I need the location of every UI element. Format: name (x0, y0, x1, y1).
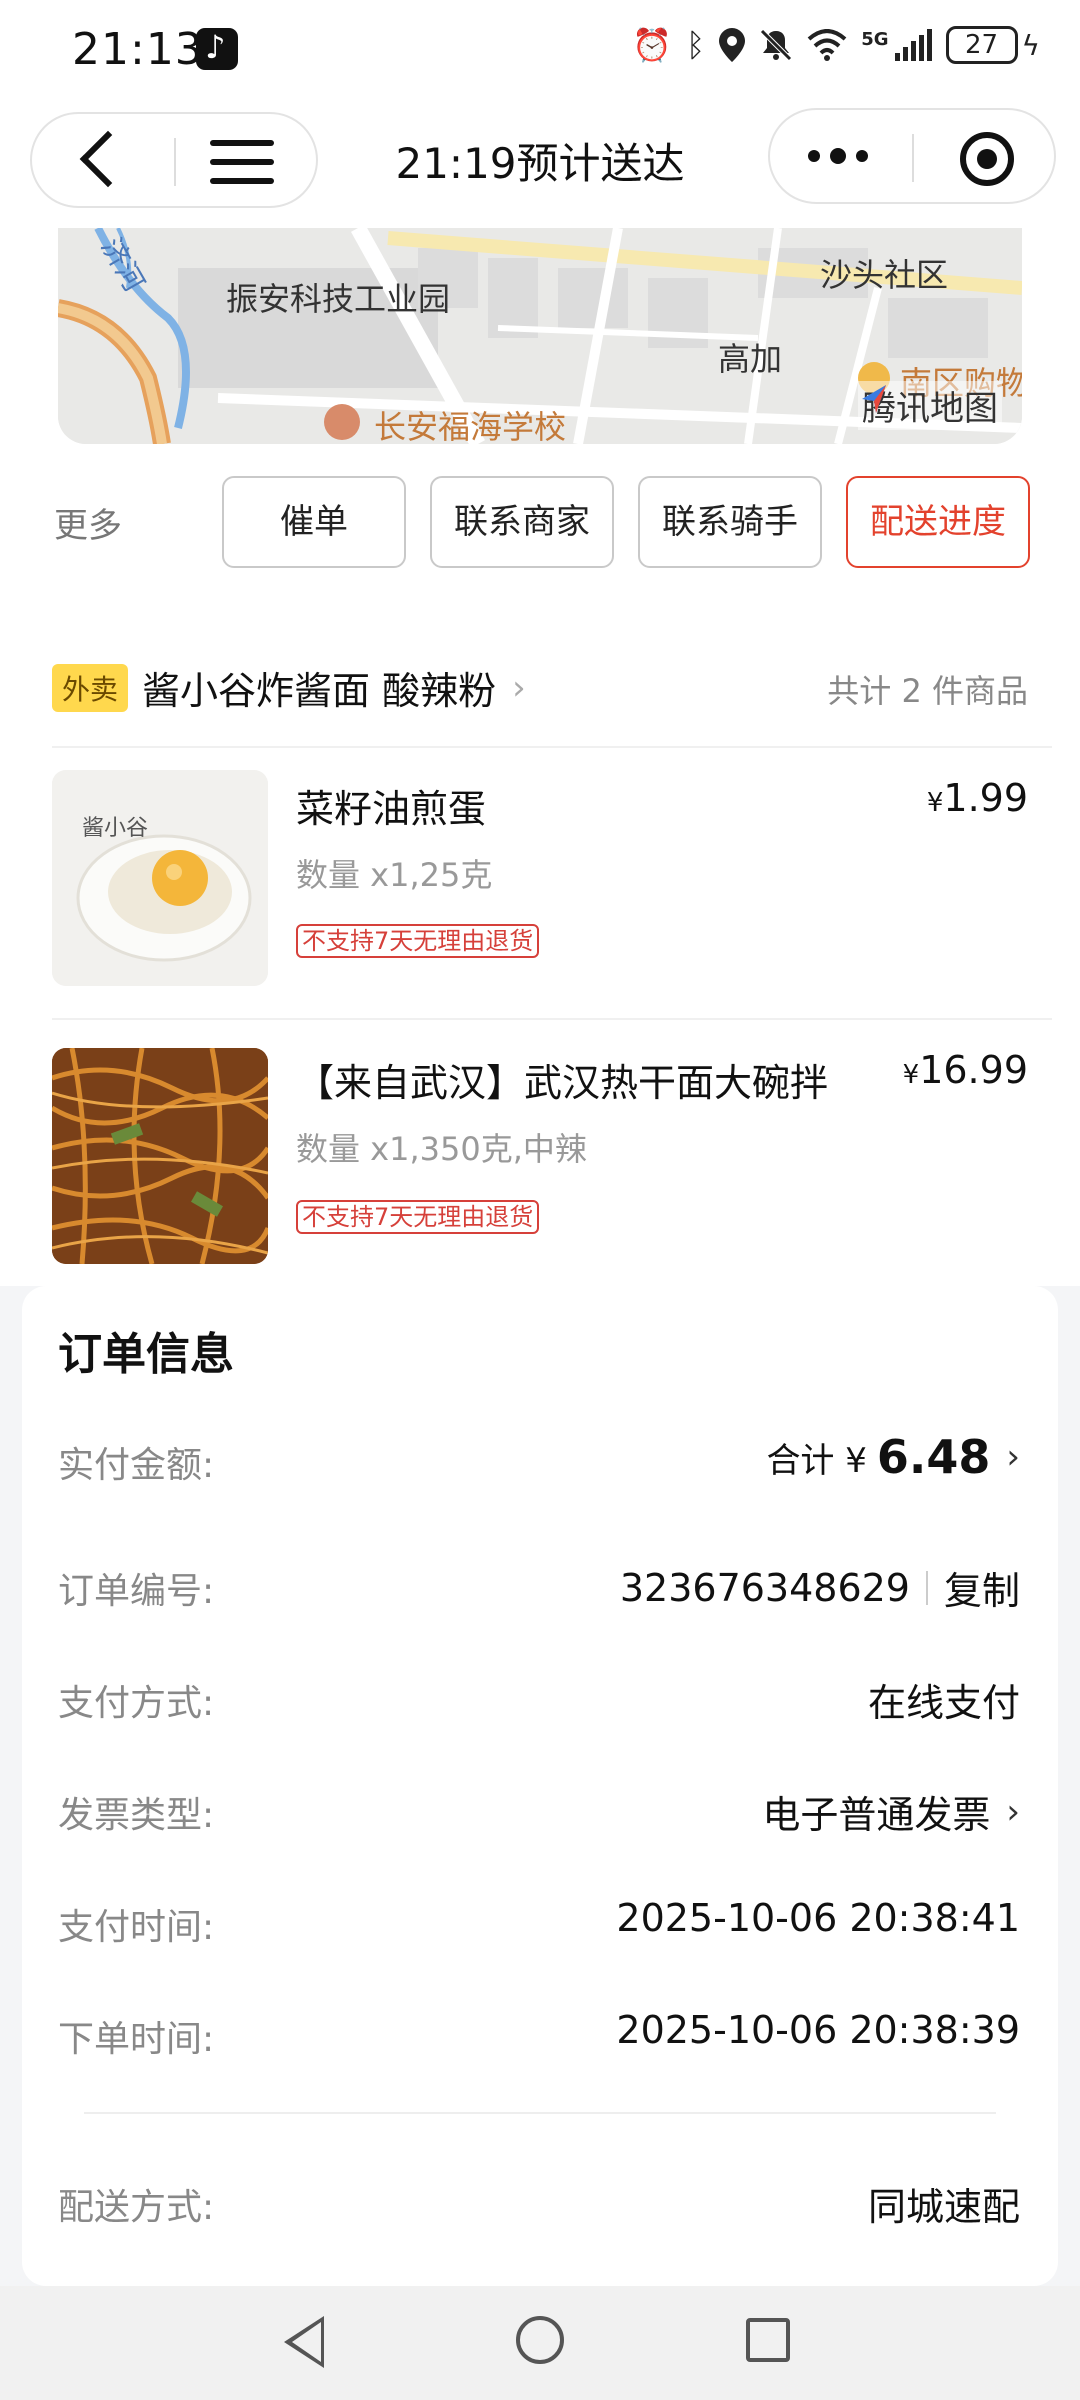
product-quantity: 数量 x1,350克,中辣 (296, 1130, 587, 1168)
map-label-park: 振安科技工业园 (226, 280, 451, 318)
page-title: 21:19预计送达 (395, 139, 685, 188)
wifi-icon (807, 29, 847, 61)
map-label-community: 沙头社区 (820, 256, 949, 294)
signal-icon (894, 29, 932, 61)
order-number-label: 订单编号: (58, 1571, 215, 1612)
payment-method-label: 支付方式: (58, 1683, 215, 1724)
product-price: ¥16.99 (902, 1048, 1028, 1092)
delivery-tag: 外卖 (52, 663, 129, 712)
payment-method-value: 在线支付 (867, 1681, 1020, 1725)
battery-icon: 27 (945, 26, 1018, 64)
product-image-egg[interactable]: 酱小谷 (52, 770, 268, 986)
status-bar: 21:13 ⏰ ᛒ 5G 27 ϟ (0, 0, 1080, 100)
delivery-method-label: 配送方式: (58, 2187, 215, 2228)
paid-amount-value[interactable]: 合计 ¥ 6.48 › (766, 1430, 1020, 1484)
bluetooth-icon: ᛒ (686, 26, 706, 64)
paid-amount-label: 实付金额: (58, 1445, 215, 1486)
nav-recent-icon[interactable] (746, 2318, 790, 2362)
status-icons: ⏰ ᛒ 5G 27 ϟ (632, 26, 1040, 64)
delivery-progress-button[interactable]: 配送进度 (846, 476, 1030, 568)
no-return-tag: 不支持7天无理由退货 (296, 924, 540, 958)
shop-name: 酱小谷炸酱面 酸辣粉 (142, 669, 497, 713)
chevron-right-icon: › (512, 667, 526, 708)
map-label-gaojia: 高加 (718, 340, 783, 378)
mute-icon (760, 29, 792, 61)
order-time-label: 下单时间: (58, 2019, 215, 2060)
alarm-icon: ⏰ (632, 26, 672, 64)
record-icon[interactable] (960, 132, 1014, 186)
map-logo: 腾讯地图 (858, 381, 1002, 430)
mini-program-capsule (768, 108, 1056, 204)
location-icon (719, 28, 746, 62)
invoice-type-value[interactable]: 电子普通发票 › (762, 1784, 1020, 1839)
pay-time-value: 2025-10-06 20:38:41 (616, 1896, 1020, 1940)
charging-icon: ϟ (1021, 28, 1040, 62)
nav-home-icon[interactable] (516, 2316, 564, 2364)
status-time: 21:13 (72, 24, 204, 75)
product-name[interactable]: 菜籽油煎蛋 (296, 778, 486, 833)
contact-rider-button[interactable]: 联系骑手 (638, 476, 822, 568)
product-quantity: 数量 x1,25克 (296, 856, 493, 894)
more-icon[interactable] (808, 148, 868, 164)
map-label-school: 长安福海学校 (374, 408, 567, 444)
product-image-noodles[interactable] (52, 1048, 268, 1264)
order-number-value: 323676348629 复制 (620, 1560, 1020, 1615)
page-header: 21:19预计送达 (0, 100, 1080, 226)
delivery-map[interactable]: 济河 振安科技工业园 沙头社区 高加 南区购物 长安福海学校 腾讯地图 (58, 228, 1022, 444)
order-time-value: 2025-10-06 20:38:39 (616, 2008, 1020, 2052)
urge-order-button[interactable]: 催单 (222, 476, 406, 568)
menu-icon[interactable] (210, 140, 274, 184)
brand-watermark: 酱小谷 (82, 816, 149, 841)
contact-merchant-button[interactable]: 联系商家 (430, 476, 614, 568)
more-actions-label[interactable]: 更多 (54, 498, 122, 547)
shop-link[interactable]: 外卖 酱小谷炸酱面 酸辣粉 › (52, 660, 526, 715)
order-info-title: 订单信息 (58, 1329, 234, 1380)
pay-time-label: 支付时间: (58, 1907, 215, 1948)
copy-button[interactable]: 复制 (944, 1560, 1020, 1615)
chevron-right-icon: › (1006, 1791, 1020, 1832)
nav-capsule (30, 112, 318, 208)
compass-icon (862, 385, 886, 413)
nav-back-icon[interactable] (284, 2316, 324, 2368)
delivery-method-value: 同城速配 (867, 2185, 1020, 2229)
tiktok-icon (196, 28, 238, 70)
invoice-type-label: 发票类型: (58, 1795, 215, 1836)
network-type: 5G (861, 28, 889, 50)
no-return-tag: 不支持7天无理由退货 (296, 1200, 540, 1234)
system-nav-bar (0, 2286, 1080, 2400)
item-count: 共计 2 件商品 (827, 672, 1028, 710)
back-icon[interactable] (79, 130, 137, 188)
product-name[interactable]: 【来自武汉】武汉热干面大碗拌 (296, 1052, 828, 1107)
chevron-right-icon: › (1006, 1437, 1020, 1477)
product-price: ¥1.99 (926, 776, 1028, 820)
